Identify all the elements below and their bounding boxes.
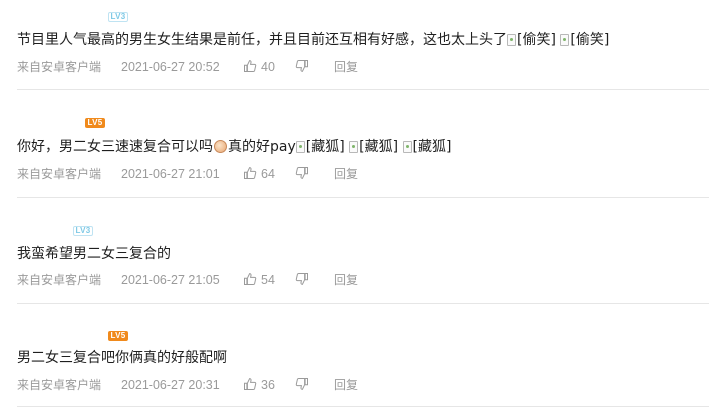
comment-source: 来自安卓客户端 [17,273,102,287]
comment-divider [17,406,709,407]
emoji-alt-text: [藏狐] [359,139,399,155]
user-level-badge: LV5 [108,331,128,341]
comment-body-continued: 真的好pay [228,139,296,155]
comment-source: 来自安卓客户端 [17,378,102,392]
comment-source: 来自安卓客户端 [17,60,102,74]
comment-body: 男二女三复合吧你俩真的好般配啊 [17,350,227,366]
comment-divider [17,89,709,90]
thumbs-up-icon[interactable] [243,377,257,391]
like-count: 36 [261,378,275,392]
comment-text: 我蛮希望男二女三复合的 [17,244,171,264]
user-level-badge: LV3 [73,226,93,236]
comment-text: 男二女三复合吧你俩真的好般配啊 [17,348,227,368]
thumbs-up-icon[interactable] [243,59,257,73]
comment-time: 2021-06-27 21:01 [121,167,220,181]
user-level-badge: LV5 [85,118,105,128]
emoji-alt-text: [藏狐] [305,139,345,155]
reply-button[interactable]: 回复 [334,59,358,75]
thumbs-down-icon[interactable] [295,272,309,286]
comment-time: 2021-06-27 21:05 [121,273,220,287]
comment-text: 你好，男二女三速速复合可以吗 真的好pay [藏狐] [藏狐] [藏狐] [17,137,451,157]
emoji-alt-text: [偷笑] [570,32,610,48]
face-emoji-icon [214,140,227,153]
broken-image-icon [507,34,516,46]
broken-image-icon [295,141,305,153]
broken-image-icon [349,141,359,153]
like-count: 40 [261,60,275,74]
emoji-alt-text: [偷笑] [517,32,556,48]
thumbs-down-icon[interactable] [295,377,309,391]
broken-image-icon [560,34,570,46]
thumbs-down-icon[interactable] [295,166,309,180]
like-count: 64 [261,167,275,181]
like-count: 54 [261,273,275,287]
comment-time: 2021-06-27 20:52 [121,60,220,74]
thumbs-up-icon[interactable] [243,272,257,286]
comment-divider [17,303,709,304]
comment-text: 节目里人气最高的男生女生结果是前任，并且目前还互相有好感，这也太上头了 [偷笑] … [17,30,609,50]
reply-button[interactable]: 回复 [334,377,358,393]
reply-button[interactable]: 回复 [334,166,358,182]
comment-body: 你好，男二女三速速复合可以吗 [17,139,213,155]
comment-source: 来自安卓客户端 [17,167,102,181]
comment-body: 我蛮希望男二女三复合的 [17,246,171,262]
user-level-badge: LV3 [108,12,128,22]
thumbs-up-icon[interactable] [243,166,257,180]
thumbs-down-icon[interactable] [295,59,309,73]
comment-body: 节目里人气最高的男生女生结果是前任，并且目前还互相有好感，这也太上头了 [17,32,507,48]
comment-divider [17,197,709,198]
emoji-alt-text: [藏狐] [412,139,452,155]
broken-image-icon [402,141,412,153]
comment-time: 2021-06-27 20:31 [121,378,220,392]
reply-button[interactable]: 回复 [334,272,358,288]
